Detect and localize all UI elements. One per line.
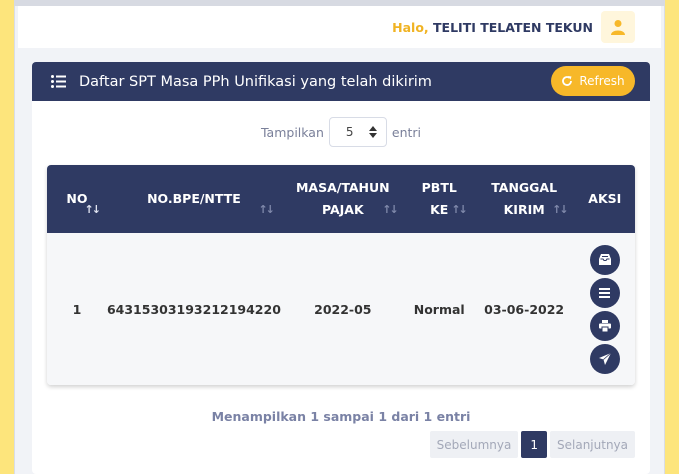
inbox-icon [598,254,611,265]
column-header-tanggal[interactable]: TANGGAL KIRIM ↑↓ [474,165,575,233]
card-header: Daftar SPT Masa PPh Unifikasi yang telah… [32,62,650,101]
column-header-aksi: AKSI [588,191,622,206]
length-suffix: entri [391,124,422,140]
refresh-button[interactable]: Refresh [551,66,635,96]
list-icon [51,75,66,88]
print-button[interactable] [589,310,620,341]
column-header-no[interactable]: NO ↑↓ [47,165,107,233]
sort-icon: ↑↓ [451,203,468,216]
print-icon [598,319,611,332]
greeting-text: Halo, [392,20,429,35]
topbar: Halo, TELITI TELATEN TEKUN [18,6,661,48]
entries-length-control: Tampilkan 5 entri [32,117,650,147]
card-title: Daftar SPT Masa PPh Unifikasi yang telah… [79,73,432,90]
sort-icon: ↑↓ [258,203,275,216]
spt-list-card: Daftar SPT Masa PPh Unifikasi yang telah… [32,62,650,474]
inbox-button[interactable] [589,244,620,275]
user-avatar-button[interactable] [601,11,635,43]
sort-icon: ↑↓ [552,203,569,216]
right-background [665,0,679,474]
column-header-nobpe[interactable]: NO.BPE/NTTE ↑↓ [107,165,281,233]
entries-select-value: 5 [345,125,354,139]
pagination: Sebelumnya 1 Selanjutnya [429,431,635,458]
updown-icon [368,126,377,138]
cell-pbtl: Normal [413,301,465,317]
entries-select[interactable]: 5 [328,117,387,147]
user-icon [611,20,625,35]
refresh-label: Refresh [579,74,625,88]
user-greeting: Halo, TELITI TELATEN TEKUN [392,20,593,35]
cell-tanggal: 03-06-2022 [484,301,565,317]
send-button[interactable] [589,343,620,374]
column-header-masa[interactable]: MASA/TAHUN PAJAK ↑↓ [281,165,405,233]
column-header-pbtl[interactable]: PBTL KE ↑↓ [405,165,474,233]
username: TELITI TELATEN TEKUN [433,20,593,35]
left-background [0,0,14,474]
bars-icon [599,287,611,298]
sort-icon: ↑↓ [382,203,399,216]
cell-no: 1 [72,301,82,317]
length-prefix: Tampilkan [260,124,324,140]
table-header-row: NO ↑↓ NO.BPE/NTTE ↑↓ MASA/TAHUN PAJAK ↑↓… [47,165,635,233]
pagination-next[interactable]: Selanjutnya [550,431,635,458]
sort-icon: ↑↓ [84,203,102,216]
cell-aksi [575,233,635,385]
detail-list-button[interactable] [589,277,620,308]
pagination-page-1[interactable]: 1 [521,431,547,458]
cell-nobpe: 64315303193212194220 [106,301,281,317]
paper-plane-icon [598,352,611,365]
spt-table: NO ↑↓ NO.BPE/NTTE ↑↓ MASA/TAHUN PAJAK ↑↓… [47,165,635,385]
cell-masa: 2022-05 [314,301,372,317]
table-row: 1 64315303193212194220 2022-05 Normal 03… [47,233,635,385]
pagination-previous[interactable]: Sebelumnya [429,431,519,458]
refresh-icon [562,76,573,86]
table-info: Menampilkan 1 sampai 1 dari 1 entri [211,409,471,424]
